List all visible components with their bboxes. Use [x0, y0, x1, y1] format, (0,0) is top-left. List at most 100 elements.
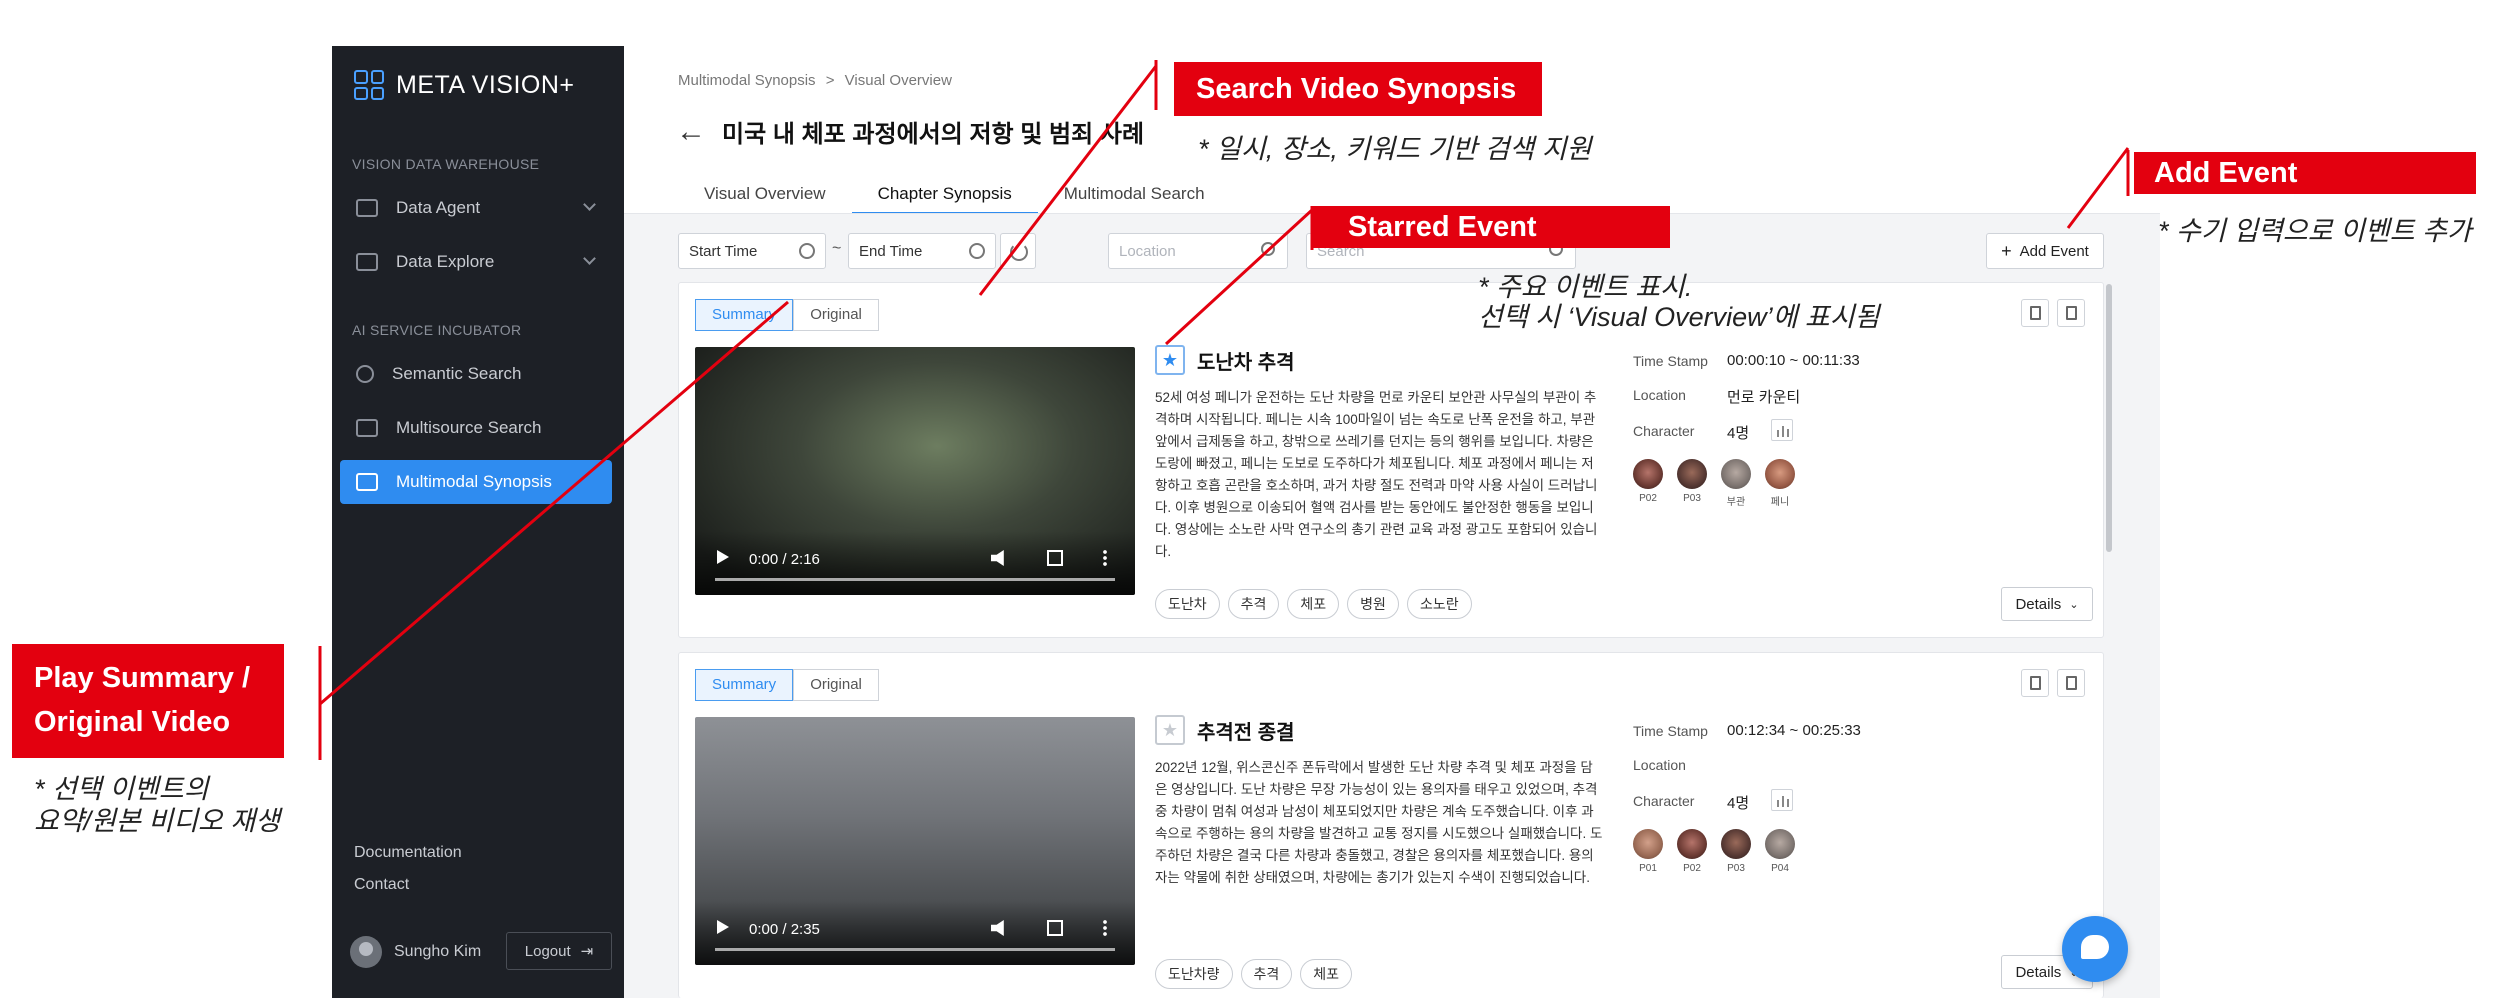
- tag[interactable]: 체포: [1287, 589, 1340, 619]
- event-title: 도난차 추격: [1197, 351, 1295, 374]
- video-mode-toggle: Summary Original: [695, 669, 879, 701]
- logo-text: META VISION+: [396, 70, 575, 99]
- logo[interactable]: META VISION+: [354, 70, 575, 100]
- tag[interactable]: 소노란: [1406, 589, 1472, 619]
- character-avatar[interactable]: [1677, 459, 1707, 489]
- character-avatar[interactable]: [1721, 829, 1751, 859]
- video-progress-bar[interactable]: [715, 578, 1115, 581]
- section-label-incubator: AI SERVICE INCUBATOR: [352, 322, 522, 338]
- breadcrumb: Multimodal Synopsis > Visual Overview: [678, 72, 952, 89]
- fullscreen-icon[interactable]: [1047, 550, 1063, 566]
- time-stamp-label: Time Stamp: [1633, 723, 1708, 739]
- tag[interactable]: 도난차량: [1155, 959, 1233, 989]
- video-player[interactable]: 0:00 / 2:35: [695, 717, 1135, 965]
- delete-button[interactable]: [2021, 299, 2049, 327]
- delete-button[interactable]: [2021, 669, 2049, 697]
- summary-toggle[interactable]: Summary: [695, 299, 794, 331]
- end-time-picker[interactable]: End Time: [848, 233, 996, 269]
- starred-callout: Starred Event: [1312, 206, 1670, 248]
- video-player[interactable]: 0:00 / 2:16: [695, 347, 1135, 595]
- character-avatar[interactable]: [1765, 829, 1795, 859]
- breadcrumb-item[interactable]: Visual Overview: [845, 72, 952, 89]
- fullscreen-icon[interactable]: [1047, 920, 1063, 936]
- bar-chart-icon[interactable]: [1771, 419, 1793, 441]
- user-profile[interactable]: Sungho Kim: [350, 936, 481, 968]
- details-label: Details: [2015, 595, 2062, 613]
- character-avatar[interactable]: [1633, 829, 1663, 859]
- character-label-item: P02: [1683, 863, 1701, 874]
- tag[interactable]: 병원: [1347, 589, 1399, 619]
- location-label: Location: [1633, 757, 1686, 773]
- character-avatar[interactable]: [1721, 459, 1751, 489]
- tab-chapter-synopsis[interactable]: Chapter Synopsis: [851, 174, 1038, 214]
- time-stamp-value: 00:00:10 ~ 00:11:33: [1727, 352, 1860, 369]
- search-icon: [356, 365, 374, 383]
- export-button[interactable]: [2057, 299, 2085, 327]
- character-avatar[interactable]: [1765, 459, 1795, 489]
- tag[interactable]: 체포: [1300, 959, 1353, 989]
- sidebar-item-multisource-search[interactable]: Multisource Search: [340, 406, 612, 450]
- character-label-item: P04: [1771, 863, 1789, 874]
- back-arrow-icon[interactable]: ←: [676, 116, 706, 147]
- sidebar-item-data-explore[interactable]: Data Explore: [340, 240, 612, 284]
- tab-multimodal-search[interactable]: Multimodal Search: [1038, 174, 1231, 214]
- search-callout: Search Video Synopsis: [1174, 62, 1542, 116]
- location-input[interactable]: Location: [1108, 233, 1288, 269]
- video-time: 0:00 / 2:16: [749, 551, 820, 568]
- contact-link[interactable]: Contact: [354, 876, 409, 894]
- original-toggle[interactable]: Original: [793, 299, 879, 331]
- export-icon: [2066, 676, 2077, 690]
- more-options-icon[interactable]: [1103, 919, 1107, 937]
- export-button[interactable]: [2057, 669, 2085, 697]
- video-progress-bar[interactable]: [715, 948, 1115, 951]
- breadcrumb-item[interactable]: Multimodal Synopsis: [678, 72, 816, 89]
- character-avatar[interactable]: [1677, 829, 1707, 859]
- character-label-item: P01: [1639, 863, 1657, 874]
- tag[interactable]: 도난차: [1155, 589, 1220, 619]
- event-title: 추격전 종결: [1197, 721, 1295, 744]
- play-icon[interactable]: [717, 550, 729, 564]
- logo-grid-icon: [354, 70, 384, 100]
- sidebar-item-data-agent[interactable]: Data Agent: [340, 186, 612, 230]
- character-count: 4명: [1727, 425, 1750, 442]
- character-avatar[interactable]: [1633, 459, 1663, 489]
- add-event-button[interactable]: + Add Event: [1986, 233, 2104, 269]
- original-toggle[interactable]: Original: [793, 669, 879, 701]
- character-label-item: P03: [1727, 863, 1745, 874]
- start-time-picker[interactable]: Start Time: [678, 233, 826, 269]
- export-icon: [2066, 306, 2077, 320]
- start-time-label: Start Time: [689, 242, 758, 260]
- event-description: 2022년 12월, 위스콘신주 폰듀락에서 발생한 도난 차량 추격 및 체포…: [1155, 760, 1603, 885]
- documentation-link[interactable]: Documentation: [354, 844, 462, 862]
- location-label: Location: [1633, 387, 1686, 403]
- chart-icon: [356, 253, 378, 271]
- location-value: 먼로 카운티: [1727, 389, 1801, 406]
- details-button[interactable]: Details ⌄: [2001, 587, 2093, 621]
- sidebar-item-semantic-search[interactable]: Semantic Search: [340, 352, 612, 396]
- logout-button[interactable]: Logout ⇥: [506, 932, 612, 970]
- scrollbar-thumb[interactable]: [2106, 284, 2112, 552]
- details-label: Details: [2015, 963, 2062, 981]
- more-options-icon[interactable]: [1103, 549, 1107, 567]
- chat-bubble-icon[interactable]: [2062, 916, 2128, 982]
- play-callout: Play Summary / Original Video: [12, 644, 284, 758]
- sidebar-item-multimodal-synopsis[interactable]: Multimodal Synopsis: [340, 460, 612, 504]
- tab-bar: Visual Overview Chapter Synopsis Multimo…: [678, 174, 1231, 214]
- summary-toggle[interactable]: Summary: [695, 669, 794, 701]
- main-content: Multimodal Synopsis > Visual Overview ← …: [624, 46, 2160, 998]
- tag[interactable]: 추격: [1240, 959, 1293, 989]
- tag[interactable]: 추격: [1227, 589, 1280, 619]
- star-icon[interactable]: ★: [1155, 345, 1185, 375]
- scrollbar[interactable]: [2106, 282, 2114, 998]
- refresh-button[interactable]: [1000, 233, 1036, 269]
- star-icon[interactable]: ★: [1155, 715, 1185, 745]
- tab-visual-overview[interactable]: Visual Overview: [678, 174, 852, 214]
- trash-icon: [2030, 306, 2041, 320]
- play-icon[interactable]: [717, 920, 729, 934]
- sidebar-item-label: Multimodal Synopsis: [396, 472, 552, 491]
- play-callout-line-1: Play Summary /: [34, 662, 250, 694]
- logout-label: Logout: [524, 942, 571, 960]
- starred-note-2: 선택 시 ‘Visual Overview’에 표시됨: [1478, 302, 1880, 332]
- play-note-2: 요약/원본 비디오 재생: [34, 806, 281, 836]
- bar-chart-icon[interactable]: [1771, 789, 1793, 811]
